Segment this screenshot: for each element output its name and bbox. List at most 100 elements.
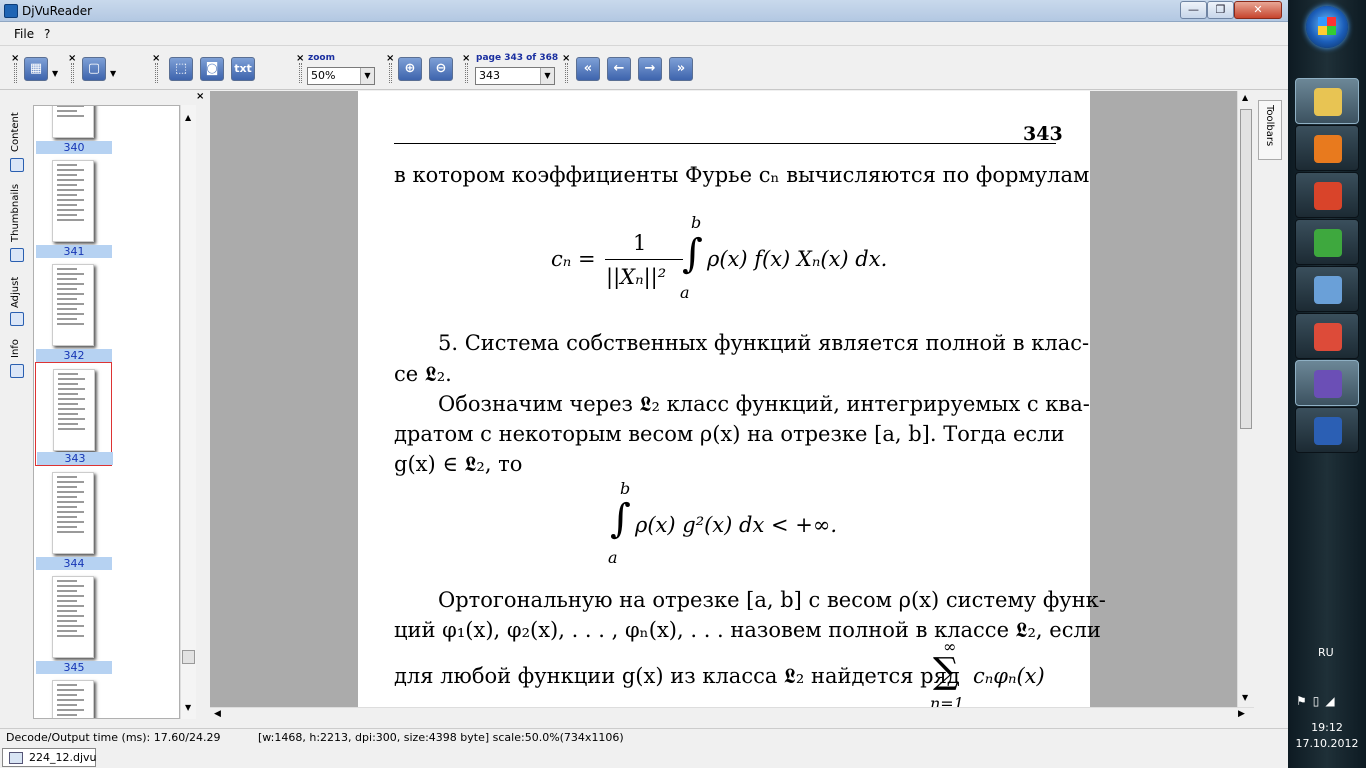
taskbar-chrome[interactable] [1295,313,1359,359]
chevron-down-icon[interactable]: ▼ [360,68,374,84]
maximize-button[interactable]: ❐ [1207,1,1234,19]
thumbnail-scrollbar[interactable]: ▲ ▼ [180,105,196,719]
thumbnail-list: 340 341 342 343 344 345 [33,105,180,719]
toolbar-grip[interactable] [155,63,158,83]
formula-numerator: 1 [633,231,647,255]
taskbar-paint[interactable] [1295,172,1359,218]
clock[interactable]: 19:12 17.10.2012 [1288,720,1366,752]
taskbar-remote[interactable] [1295,266,1359,312]
file-tab[interactable]: 224_12.djvu [2,748,97,767]
select-text-button[interactable]: txt [231,57,255,81]
integral-lower: a [608,548,618,567]
scroll-up-icon[interactable]: ▲ [185,113,191,122]
thumbnail-item[interactable]: 342 [35,258,112,362]
doc-line: для любой функции g(x) из класса 𝕷₂ найд… [394,664,960,688]
scroll-up-icon[interactable]: ▲ [1242,93,1248,102]
sum-lower: n=1 [930,694,964,707]
toolbar-grip[interactable] [465,63,468,83]
zoom-in-icon[interactable]: ⊕ [398,57,422,81]
taskbar-utorrent[interactable] [1295,219,1359,265]
page-mode-dropdown-icon[interactable]: ▼ [110,69,116,78]
last-page-icon[interactable]: » [669,57,693,81]
document-view[interactable]: 343 в котором коэффициенты Фурье cₙ вычи… [210,91,1254,707]
toolbar-grip[interactable] [14,63,17,83]
zoom-select[interactable]: 50% ▼ [307,67,375,85]
layout-dropdown-icon[interactable]: ▼ [52,69,58,78]
minimize-button[interactable]: — [1180,1,1207,19]
thumbnail-page-image [52,264,94,346]
taskbar-djvureader[interactable] [1295,360,1359,406]
toolbar-grip[interactable] [71,63,74,83]
adjust-icon[interactable] [10,312,24,326]
doc-line: се 𝕷₂. [394,362,452,386]
thumbnails-icon[interactable] [10,248,24,262]
close-button[interactable]: ✕ [1234,1,1282,19]
sum-sign: ∑ [933,651,959,692]
remote-icon [1314,276,1342,304]
thumbnail-label: 343 [37,452,113,465]
select-image-icon[interactable]: ◙ [200,57,224,81]
taskbar-explorer[interactable] [1295,78,1359,124]
windows-logo-icon [1318,17,1336,35]
page-mode-icon[interactable]: ▢ [82,57,106,81]
select-region-icon[interactable]: ⬚ [169,57,193,81]
scroll-down-icon[interactable]: ▼ [1242,693,1248,702]
scroll-thumb[interactable] [182,650,195,664]
doc-line: g(x) ∈ 𝕷₂, то [394,452,523,476]
thumbnail-item[interactable]: 344 [35,466,112,570]
toolbar-grip[interactable] [389,63,392,83]
scroll-thumb[interactable] [1240,109,1252,429]
toolbar-grip[interactable] [299,63,302,83]
thumbnail-item[interactable]: 341 [35,154,112,258]
page-number: 343 [1023,123,1063,145]
volume-icon[interactable]: ◢ [1325,694,1340,708]
info-icon[interactable] [10,364,24,378]
window-title: DjVuReader [22,4,93,18]
sum-body: cₙφₙ(x) [973,664,1045,688]
thumbnail-item[interactable]: 343 [35,362,113,466]
clock-time: 19:12 [1311,721,1343,734]
page-value: 343 [479,69,500,82]
tab-toolbars[interactable]: Toolbars [1258,100,1282,160]
next-page-icon[interactable]: → [638,57,662,81]
status-page-info: [w:1468, h:2213, dpi:300, size:4398 byte… [258,731,624,744]
chevron-down-icon[interactable]: ▼ [540,68,554,84]
page-label: page 343 of 368 [476,53,559,63]
right-dock [1254,91,1288,731]
layout-icon[interactable]: ▦ [24,57,48,81]
document-horizontal-scrollbar[interactable]: ◀ ▶ [210,707,1254,723]
first-page-icon[interactable]: « [576,57,600,81]
flag-icon[interactable]: ⚑ [1296,694,1313,708]
taskbar-word[interactable] [1295,407,1359,453]
thumbnail-item[interactable] [35,674,112,718]
scroll-left-icon[interactable]: ◀ [214,709,221,719]
menu-file[interactable]: File [14,27,34,41]
doc-line: дратом с некоторым весом ρ(x) на отрезке… [394,422,1065,446]
taskbar-media-player[interactable] [1295,125,1359,171]
thumbnail-item[interactable]: 345 [35,570,112,674]
thumbnail-item[interactable]: 340 [35,106,112,154]
integral-lower: a [680,283,690,302]
panel-close-icon[interactable]: × [196,91,204,102]
doc-line: ций φ₁(x), φ₂(x), . . . , φₙ(x), . . . н… [394,618,1101,642]
zoom-out-icon[interactable]: ⊖ [429,57,453,81]
content-icon[interactable] [10,158,24,172]
system-tray[interactable]: ⚑▯◢ [1296,694,1341,708]
document-vertical-scrollbar[interactable]: ▲ ▼ [1237,91,1254,707]
toolbar-grip[interactable] [565,63,568,83]
page-select[interactable]: 343 ▼ [475,67,555,85]
thumbnail-page-image [52,576,94,658]
language-indicator[interactable]: RU [1318,646,1334,659]
toolbar: × ▦ ▼ × ▢ ▼ × ⬚ ◙ txt × zoom 50% ▼ × ⊕ ⊖… [0,47,1288,90]
scroll-right-icon[interactable]: ▶ [1238,709,1245,719]
header-rule [394,143,1056,144]
menu-help[interactable]: ? [44,27,50,41]
scroll-down-icon[interactable]: ▼ [185,703,191,712]
doc-line: в котором коэффициенты Фурье cₙ вычисляю… [394,163,1090,187]
thumbnail-page-image [52,472,94,554]
usb-icon[interactable]: ▯ [1313,694,1326,708]
utorrent-icon [1314,229,1342,257]
start-button[interactable] [1306,6,1348,48]
prev-page-icon[interactable]: ← [607,57,631,81]
media-player-icon [1314,135,1342,163]
